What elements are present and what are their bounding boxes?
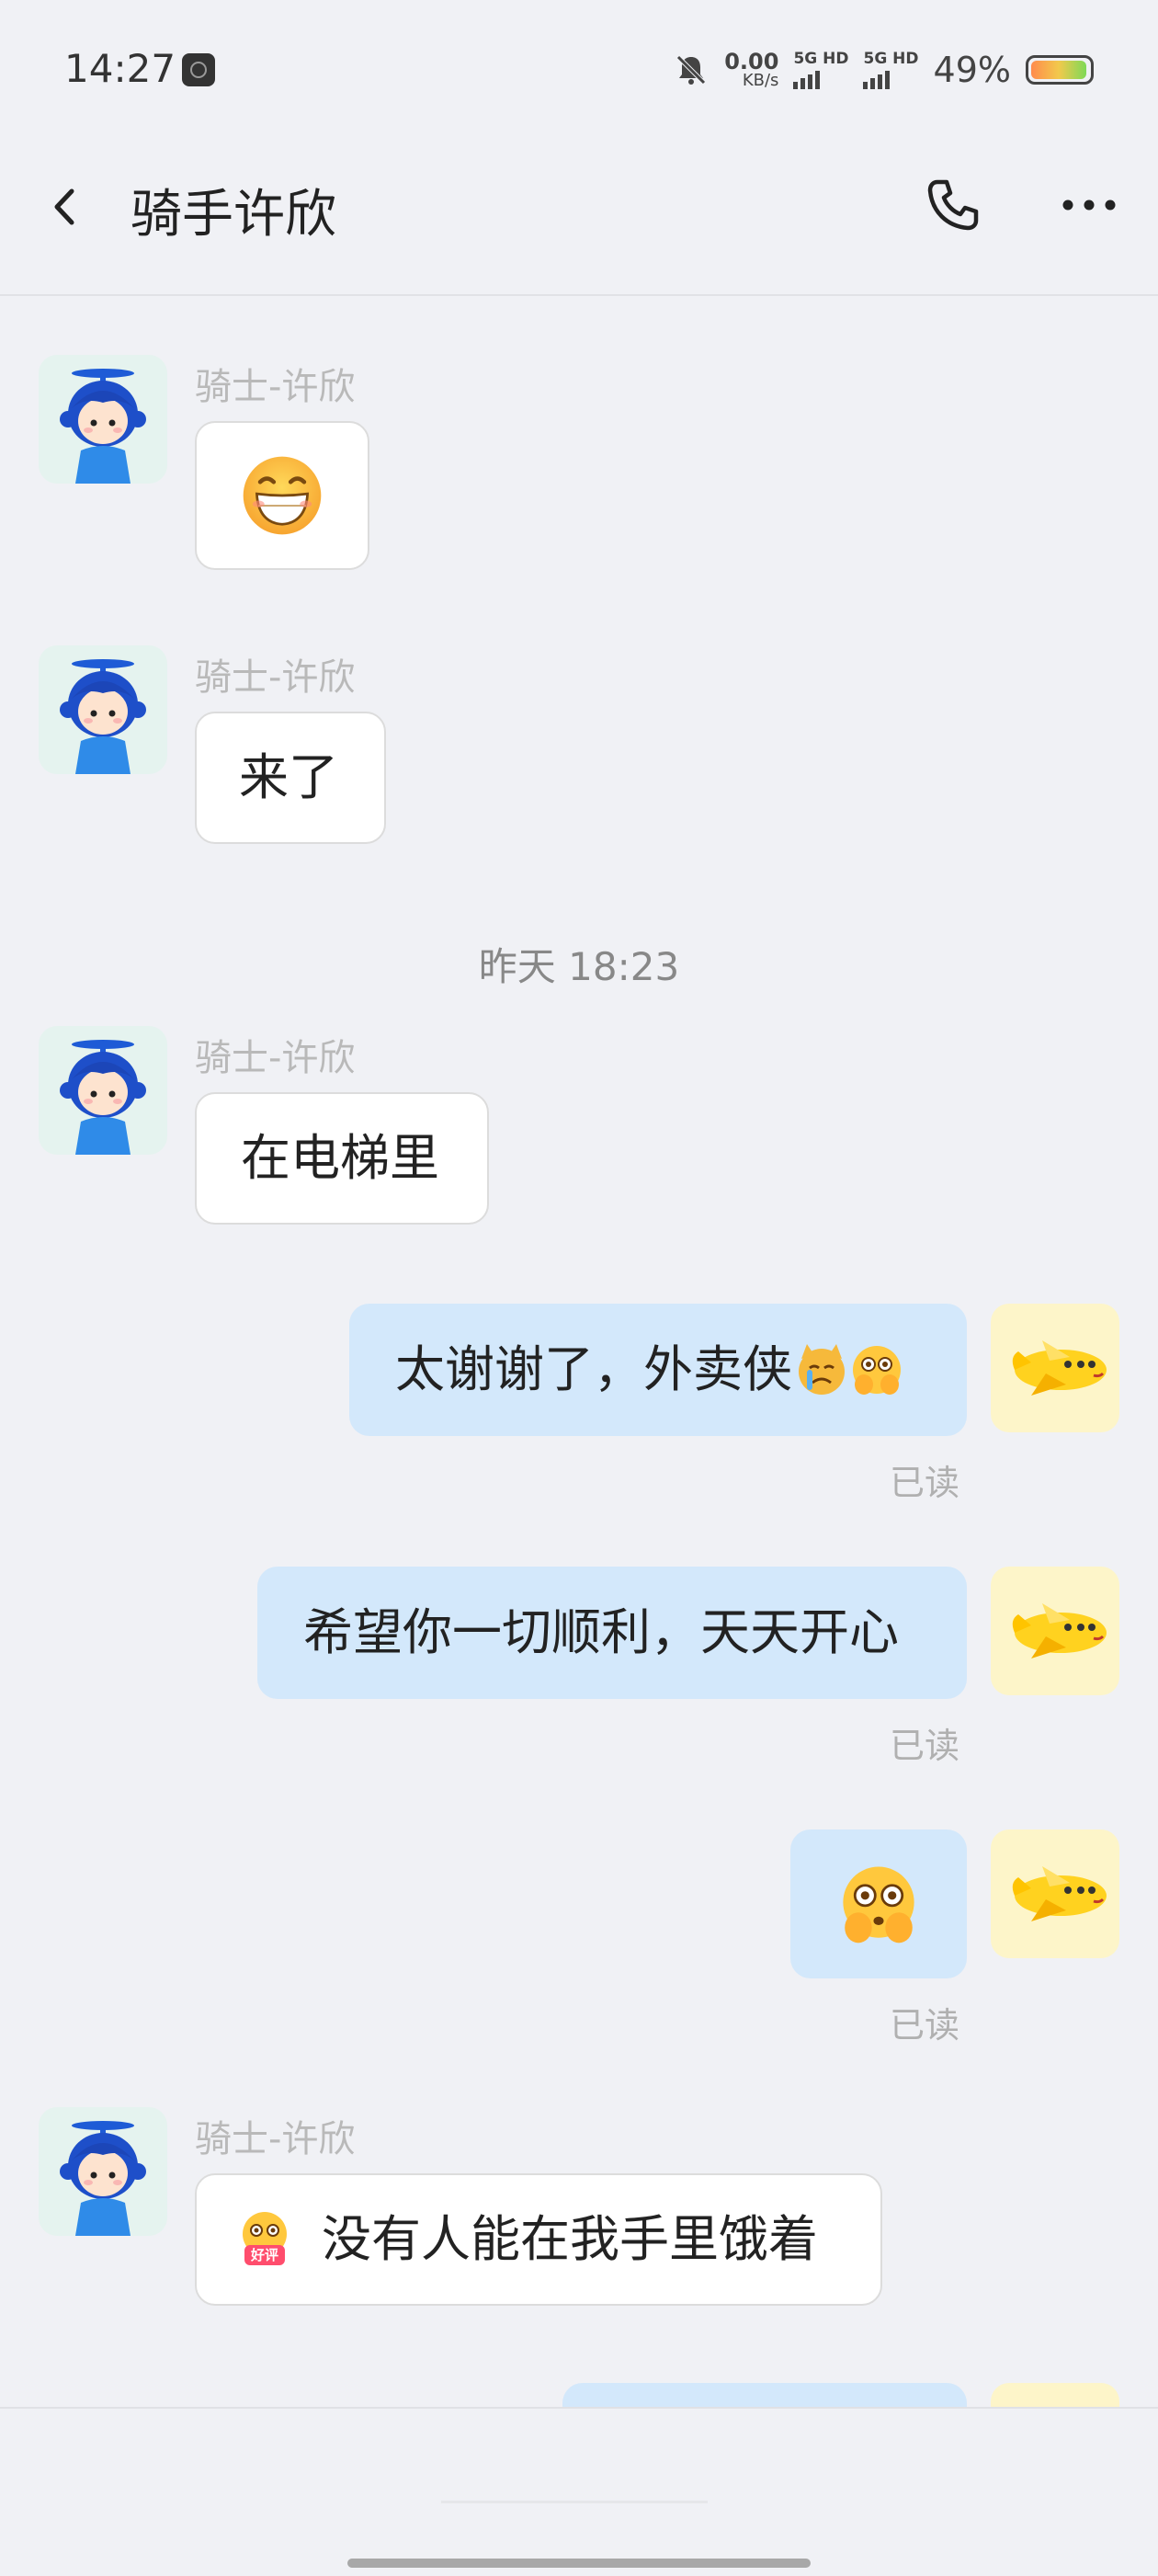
crying-cat-emoji bbox=[799, 1344, 845, 1395]
pleading-face-emoji bbox=[843, 1866, 914, 1943]
sender-name: 骑士-许欣 bbox=[195, 1037, 356, 1079]
message-text: 希望你一切顺利，天天开心 bbox=[303, 1603, 899, 1661]
message-bubble-outgoing[interactable]: 希望你一切顺利，天天开心 bbox=[257, 1567, 967, 1699]
sim2-signal: 5G HD bbox=[863, 49, 919, 89]
sender-name: 骑士-许欣 bbox=[195, 366, 356, 408]
rider-avatar[interactable] bbox=[39, 645, 167, 774]
message-bubble-incoming[interactable]: 好评 没有人能在我手里饿着 bbox=[195, 2173, 882, 2306]
rider-avatar-icon bbox=[60, 369, 146, 484]
rider-avatar-icon bbox=[60, 2121, 146, 2236]
status-time: 14:27 bbox=[64, 46, 176, 91]
back-button[interactable] bbox=[42, 184, 88, 230]
plane-avatar-icon bbox=[1012, 1866, 1107, 1921]
plane-avatar-icon bbox=[1012, 1340, 1107, 1396]
rider-avatar-icon bbox=[60, 1040, 146, 1155]
rider-avatar[interactable] bbox=[39, 1026, 167, 1155]
phone-icon bbox=[927, 179, 979, 231]
battery-icon bbox=[1026, 55, 1094, 85]
message-bubble-incoming[interactable]: 来了 bbox=[195, 712, 386, 844]
grinning-face-emoji bbox=[243, 456, 322, 535]
sender-name: 骑士-许欣 bbox=[195, 656, 356, 699]
status-indicators: 0.00 KB/s 5G HD 5G HD 49% bbox=[673, 42, 1094, 97]
chat-header: 骑手许欣 bbox=[0, 138, 1158, 296]
home-indicator[interactable] bbox=[347, 2559, 811, 2568]
message-bubble-outgoing[interactable]: 太谢谢了，外卖侠 bbox=[349, 1304, 967, 1436]
battery-percent: 49% bbox=[933, 50, 1011, 90]
sim2-label: 5G HD bbox=[863, 49, 919, 68]
read-receipt: 已读 bbox=[890, 2005, 960, 2046]
sender-name: 骑士-许欣 bbox=[195, 2118, 356, 2160]
page-title: 骑手许欣 bbox=[131, 185, 336, 245]
read-receipt: 已读 bbox=[890, 1463, 960, 1503]
message-text: 来了 bbox=[239, 748, 338, 806]
rider-avatar[interactable] bbox=[39, 2107, 167, 2236]
signal-bars-icon bbox=[793, 69, 821, 89]
rider-avatar[interactable] bbox=[39, 355, 167, 484]
message-text: 在电梯里 bbox=[241, 1129, 439, 1187]
message-bubble-outgoing[interactable] bbox=[562, 2383, 967, 2407]
message-text: 太谢谢了，外卖侠 bbox=[395, 1340, 792, 1398]
muted-bell-icon bbox=[673, 51, 710, 88]
message-bubble-outgoing[interactable] bbox=[790, 1829, 967, 1978]
my-avatar[interactable] bbox=[991, 1829, 1119, 1958]
input-area[interactable] bbox=[0, 2407, 1158, 2576]
call-button[interactable] bbox=[925, 177, 982, 234]
sim1-signal: 5G HD bbox=[793, 51, 848, 89]
message-text: 没有人能在我手里饿着 bbox=[322, 2210, 818, 2268]
my-avatar[interactable] bbox=[991, 2383, 1119, 2407]
read-receipt: 已读 bbox=[890, 1726, 960, 1766]
haoping-sticker-icon: 好评 bbox=[235, 2210, 294, 2269]
more-options-button[interactable] bbox=[1061, 195, 1118, 215]
chat-message-list[interactable]: 骑士-许欣 骑士-许欣 来了 昨天 18:23 骑士-许欣 在电梯里 太谢谢了，… bbox=[0, 296, 1158, 2407]
my-avatar[interactable] bbox=[991, 1567, 1119, 1695]
message-bubble-incoming[interactable] bbox=[195, 421, 369, 570]
network-speed-value: 0.00 bbox=[724, 49, 779, 74]
plane-avatar-icon bbox=[1012, 1603, 1107, 1658]
message-bubble-incoming[interactable]: 在电梯里 bbox=[195, 1092, 489, 1225]
sim1-label: 5G HD bbox=[793, 49, 849, 68]
input-placeholder-line bbox=[441, 2501, 708, 2503]
chat-timestamp: 昨天 18:23 bbox=[478, 944, 680, 989]
my-avatar[interactable] bbox=[991, 1304, 1119, 1432]
rider-avatar-icon bbox=[60, 659, 146, 774]
network-speed: 0.00 KB/s bbox=[724, 51, 778, 89]
sticker-label: 好评 bbox=[250, 2247, 278, 2263]
app-notification-icon bbox=[182, 53, 215, 86]
pleading-face-emoji bbox=[853, 1346, 901, 1395]
chevron-left-icon bbox=[54, 188, 74, 225]
status-bar: 14:27 0.00 KB/s 5G HD 5G HD 49% bbox=[0, 0, 1158, 138]
network-speed-unit: KB/s bbox=[742, 71, 779, 90]
more-dots-icon bbox=[1062, 199, 1116, 211]
signal-bars-icon bbox=[863, 69, 891, 89]
